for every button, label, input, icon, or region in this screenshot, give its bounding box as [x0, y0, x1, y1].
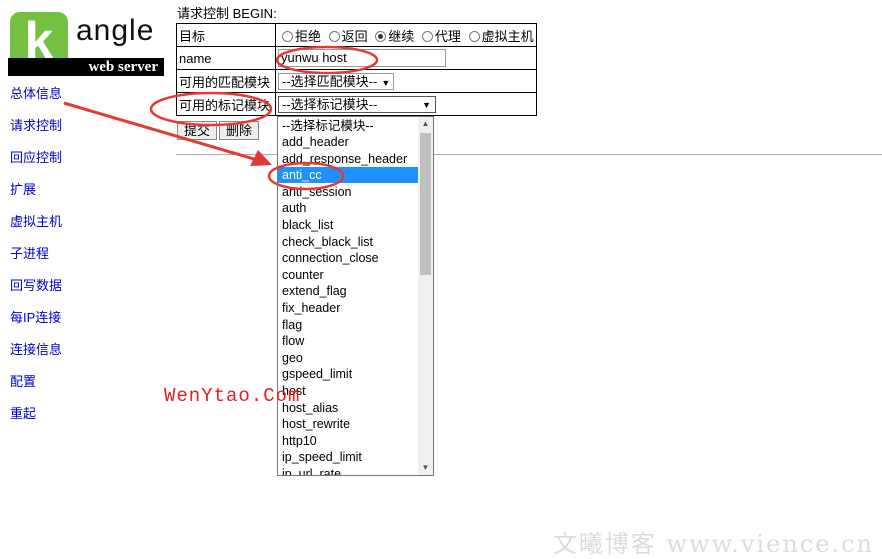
- sidebar-item-request-control[interactable]: 请求控制: [10, 118, 62, 134]
- dropdown-option[interactable]: fix_header: [278, 300, 418, 316]
- radio-label: 拒绝: [295, 28, 322, 44]
- form-title: 请求控制 BEGIN:: [177, 6, 277, 21]
- dropdown-option[interactable]: connection_close: [278, 250, 418, 266]
- select-value: --选择标记模块--: [282, 96, 378, 112]
- request-control-table: 目标 拒绝 返回 继续 代理 虚拟主机 name yunwu host 可用的匹…: [176, 23, 537, 116]
- dropdown-option-selected[interactable]: anti_cc: [278, 167, 418, 183]
- match-module-label: 可用的匹配模块: [176, 69, 276, 93]
- watermark-red: WenYtao.Com: [164, 385, 301, 407]
- table-row: 可用的标记模块 --选择标记模块-- ▼: [176, 92, 537, 116]
- sidebar-item-response-control[interactable]: 回应控制: [10, 150, 62, 166]
- mark-module-select[interactable]: --选择标记模块-- ▼: [278, 95, 436, 113]
- dropdown-option[interactable]: add_header: [278, 134, 418, 150]
- dropdown-scrollbar[interactable]: ▲ ▼: [418, 117, 433, 475]
- scrollbar-thumb[interactable]: [420, 133, 431, 275]
- sidebar-item-virtual-hosts[interactable]: 虚拟主机: [10, 214, 62, 230]
- logo-tagline: web server: [88, 59, 158, 75]
- dropdown-option[interactable]: ip_speed_limit: [278, 449, 418, 465]
- radio-continue[interactable]: [375, 30, 387, 42]
- submit-button[interactable]: 提交: [177, 121, 218, 140]
- sidebar-item-subprocess[interactable]: 子进程: [10, 246, 49, 262]
- sidebar-item-overview[interactable]: 总体信息: [10, 86, 62, 102]
- radio-label: 继续: [388, 28, 415, 44]
- dropdown-option[interactable]: ip_url_rate: [278, 466, 418, 475]
- scroll-up-icon[interactable]: ▲: [418, 117, 433, 131]
- dropdown-option[interactable]: host_rewrite: [278, 416, 418, 432]
- dropdown-option[interactable]: auth: [278, 200, 418, 216]
- radio-return[interactable]: [328, 30, 340, 42]
- kangle-logo: k angle web server: [8, 8, 164, 76]
- radio-label: 虚拟主机: [481, 28, 534, 44]
- dropdown-option[interactable]: add_response_header: [278, 151, 418, 167]
- mark-module-label: 可用的标记模块: [176, 92, 276, 116]
- sidebar-item-connections[interactable]: 连接信息: [10, 342, 62, 358]
- table-row: name yunwu host: [176, 46, 537, 70]
- dropdown-option[interactable]: anti_session: [278, 184, 418, 200]
- arrow-head: [250, 150, 272, 166]
- dropdown-option[interactable]: http10: [278, 433, 418, 449]
- dropdown-option[interactable]: flow: [278, 333, 418, 349]
- logo-tagline-bar: web server: [8, 58, 164, 76]
- sidebar-item-restart[interactable]: 重起: [10, 406, 36, 422]
- dropdown-option[interactable]: counter: [278, 267, 418, 283]
- dropdown-option[interactable]: flag: [278, 317, 418, 333]
- dropdown-option[interactable]: --选择标记模块--: [278, 118, 418, 134]
- table-row: 目标 拒绝 返回 继续 代理 虚拟主机: [176, 23, 537, 47]
- sidebar-item-config[interactable]: 配置: [10, 374, 36, 390]
- sidebar-item-per-ip[interactable]: 每IP连接: [10, 310, 61, 326]
- dropdown-option[interactable]: extend_flag: [278, 283, 418, 299]
- match-module-select[interactable]: --选择匹配模块-- ▼: [278, 72, 395, 90]
- table-row: 可用的匹配模块 --选择匹配模块-- ▼: [176, 69, 537, 93]
- name-input[interactable]: yunwu host: [278, 49, 446, 67]
- target-radio-group: 拒绝 返回 继续 代理 虚拟主机: [275, 23, 537, 47]
- dropdown-option[interactable]: geo: [278, 350, 418, 366]
- radio-vhost[interactable]: [468, 30, 480, 42]
- chevron-down-icon: ▼: [381, 77, 391, 88]
- radio-deny[interactable]: [282, 30, 293, 42]
- target-label: 目标: [176, 23, 276, 47]
- sidebar-item-extensions[interactable]: 扩展: [10, 182, 36, 198]
- select-value: --选择匹配模块--: [282, 73, 378, 89]
- radio-label: 返回: [341, 28, 368, 44]
- logo-word: angle: [76, 14, 155, 47]
- radio-label: 代理: [434, 28, 461, 44]
- delete-button[interactable]: 删除: [219, 121, 260, 140]
- radio-proxy[interactable]: [421, 30, 433, 42]
- mark-module-dropdown-list[interactable]: --选择标记模块-- add_header add_response_heade…: [277, 116, 434, 476]
- dropdown-option[interactable]: check_black_list: [278, 234, 418, 250]
- scroll-down-icon[interactable]: ▼: [418, 461, 433, 475]
- dropdown-option[interactable]: black_list: [278, 217, 418, 233]
- chevron-down-icon: ▼: [422, 99, 431, 110]
- name-label: name: [176, 46, 276, 70]
- dropdown-option[interactable]: gspeed_limit: [278, 366, 418, 382]
- sidebar-item-writeback[interactable]: 回写数据: [10, 278, 62, 294]
- watermark-gray: 文曦博客 www.vience.cn: [552, 530, 874, 558]
